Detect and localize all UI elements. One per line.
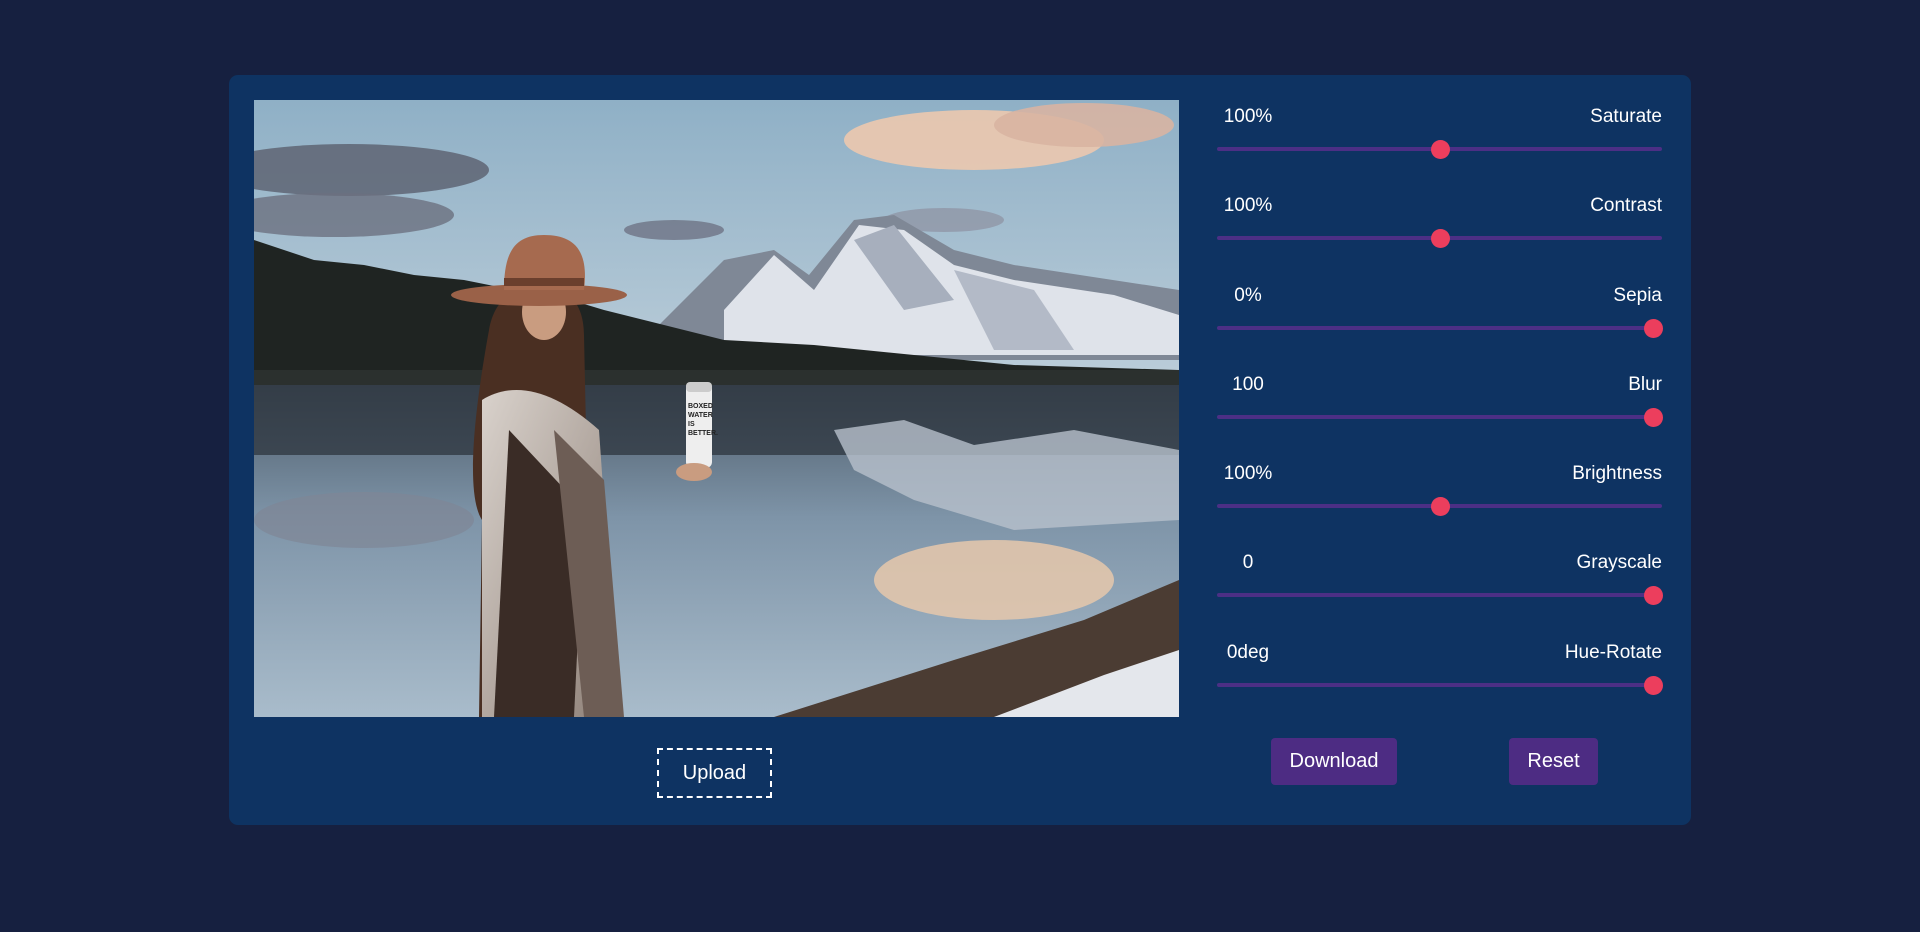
grayscale-value: 0: [1242, 552, 1254, 574]
filter-blur: 100 Blur: [1217, 368, 1664, 457]
reset-button[interactable]: Reset: [1509, 738, 1598, 785]
saturate-label: Saturate: [1590, 106, 1662, 127]
filter-hue-rotate: 0deg Hue-Rotate: [1217, 636, 1664, 725]
sepia-slider-track[interactable]: [1217, 325, 1662, 330]
grayscale-slider-thumb[interactable]: [1644, 586, 1664, 606]
brightness-value: 100%: [1223, 463, 1273, 485]
contrast-slider-thumb[interactable]: [1430, 229, 1450, 249]
filter-controls: 100% Saturate 100% Contrast 0% Sepia 100…: [1217, 100, 1664, 725]
filter-grayscale: 0 Grayscale: [1217, 546, 1664, 635]
can-text-1: BOXED: [688, 403, 713, 410]
upload-button[interactable]: Upload: [657, 748, 772, 798]
saturate-value: 100%: [1223, 106, 1273, 127]
can-text-4: BETTER.: [688, 430, 718, 437]
image-editor-card: BOXED WATER IS BETTER. Upload 100% Satur…: [229, 75, 1691, 825]
can-text-2: WATER: [688, 412, 713, 419]
hue-rotate-slider-thumb[interactable]: [1644, 675, 1664, 695]
hue-rotate-label: Hue-Rotate: [1564, 641, 1662, 663]
filter-saturate: 100% Saturate: [1217, 100, 1662, 189]
contrast-value: 100%: [1223, 195, 1273, 217]
hue-rotate-value: 0deg: [1226, 641, 1270, 663]
can-text-3: IS: [688, 421, 695, 428]
grayscale-label: Grayscale: [1576, 552, 1662, 574]
blur-slider-track[interactable]: [1217, 414, 1662, 419]
blur-label: Blur: [1628, 373, 1662, 395]
grayscale-slider-track[interactable]: [1217, 593, 1662, 598]
brightness-label: Brightness: [1572, 463, 1662, 485]
filter-contrast: 100% Contrast: [1217, 189, 1662, 278]
sepia-slider-thumb[interactable]: [1644, 318, 1664, 338]
brightness-slider-thumb[interactable]: [1430, 497, 1450, 517]
download-button[interactable]: Download: [1271, 738, 1397, 785]
contrast-label: Contrast: [1590, 195, 1662, 217]
hue-rotate-slider-track[interactable]: [1217, 682, 1662, 687]
filter-sepia: 0% Sepia: [1217, 279, 1664, 368]
preview-image: BOXED WATER IS BETTER.: [254, 100, 1179, 717]
filter-brightness: 100% Brightness: [1217, 457, 1662, 546]
sepia-label: Sepia: [1613, 284, 1662, 306]
sepia-value: 0%: [1234, 284, 1262, 306]
blur-value: 100: [1232, 373, 1264, 395]
saturate-slider-thumb[interactable]: [1430, 140, 1450, 159]
blur-slider-thumb[interactable]: [1644, 407, 1664, 427]
